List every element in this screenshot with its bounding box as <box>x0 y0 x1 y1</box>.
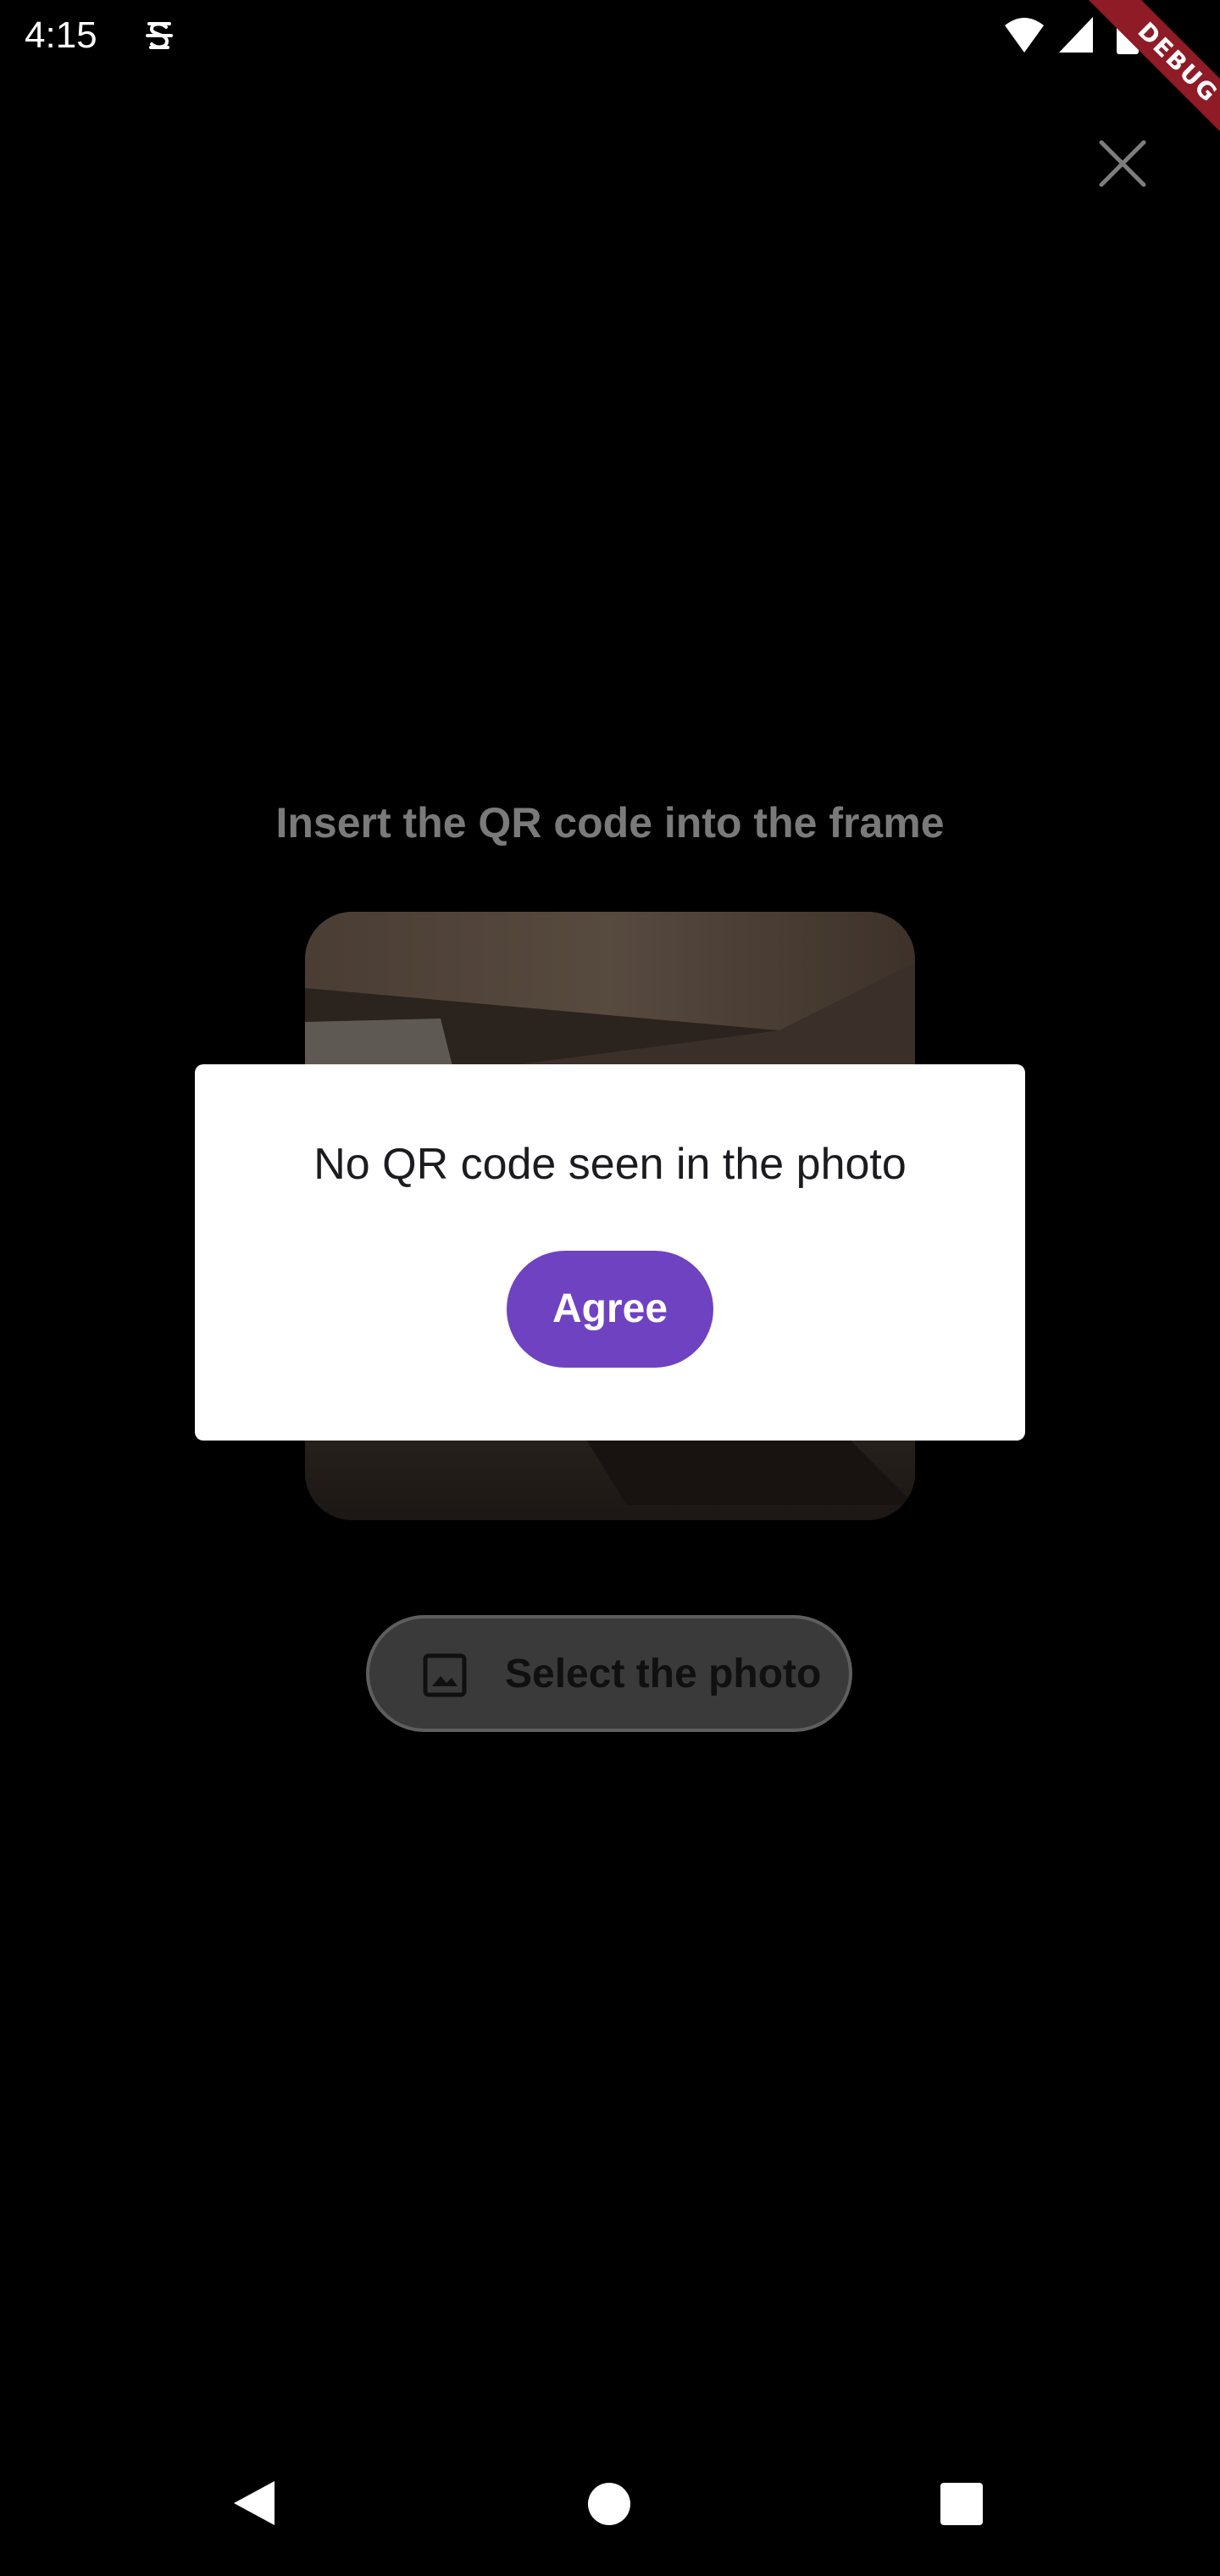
close-icon[interactable] <box>1095 136 1151 192</box>
cellular-signal-icon <box>1059 17 1093 53</box>
app-notification-icon <box>146 22 173 49</box>
agree-button[interactable]: Agree <box>507 1251 713 1368</box>
home-icon[interactable] <box>586 2481 632 2527</box>
status-time: 4:15 <box>25 14 97 56</box>
recents-icon[interactable] <box>939 2481 984 2527</box>
scan-instruction: Insert the QR code into the frame <box>275 799 945 847</box>
image-icon <box>423 1653 467 1697</box>
select-photo-button[interactable]: Select the photo <box>366 1615 852 1732</box>
wifi-icon <box>1005 18 1044 53</box>
select-photo-label: Select the photo <box>505 1652 822 1696</box>
status-bar: 4:15 <box>0 0 1220 71</box>
no-qr-dialog: No QR code seen in the photo Agree <box>195 1064 1025 1441</box>
dialog-message: No QR code seen in the photo <box>313 1140 907 1189</box>
back-icon[interactable] <box>230 2479 278 2527</box>
